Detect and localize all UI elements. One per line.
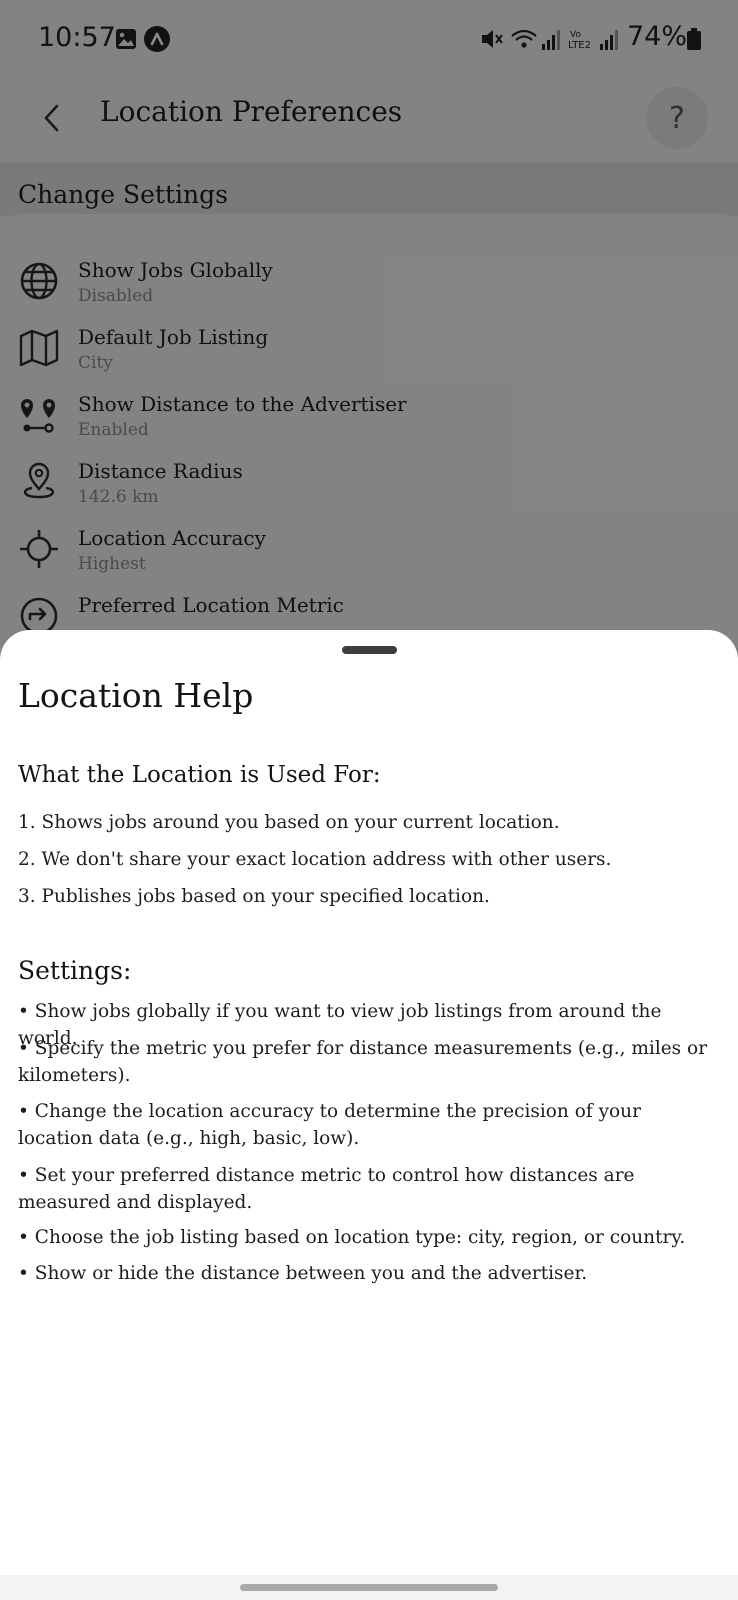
settings-help-item: • Choose the job listing based on locati… [18,1227,686,1248]
used-for-heading: What the Location is Used For: [18,762,381,788]
settings-heading: Settings: [18,956,132,985]
settings-help-item: • Show or hide the distance between you … [18,1263,588,1284]
drag-handle[interactable] [342,646,397,654]
used-for-item: 3. Publishes jobs based on your specifie… [18,886,490,907]
settings-help-item: • Specify the metric you prefer for dist… [18,1038,708,1086]
settings-help-item: • Change the location accuracy to determ… [18,1101,641,1149]
location-help-sheet: Location Help What the Location is Used … [0,630,738,1575]
used-for-item: 1. Shows jobs around you based on your c… [18,812,560,833]
screen: 10:57 Vo LTE2 74% Location Preferences ?… [0,0,738,1600]
settings-help-item: • Set your preferred distance metric to … [18,1165,635,1213]
used-for-item: 2. We don't share your exact location ad… [18,849,612,870]
home-gesture-handle[interactable] [240,1584,498,1591]
system-nav-bar [0,1575,738,1600]
sheet-title: Location Help [18,676,254,715]
